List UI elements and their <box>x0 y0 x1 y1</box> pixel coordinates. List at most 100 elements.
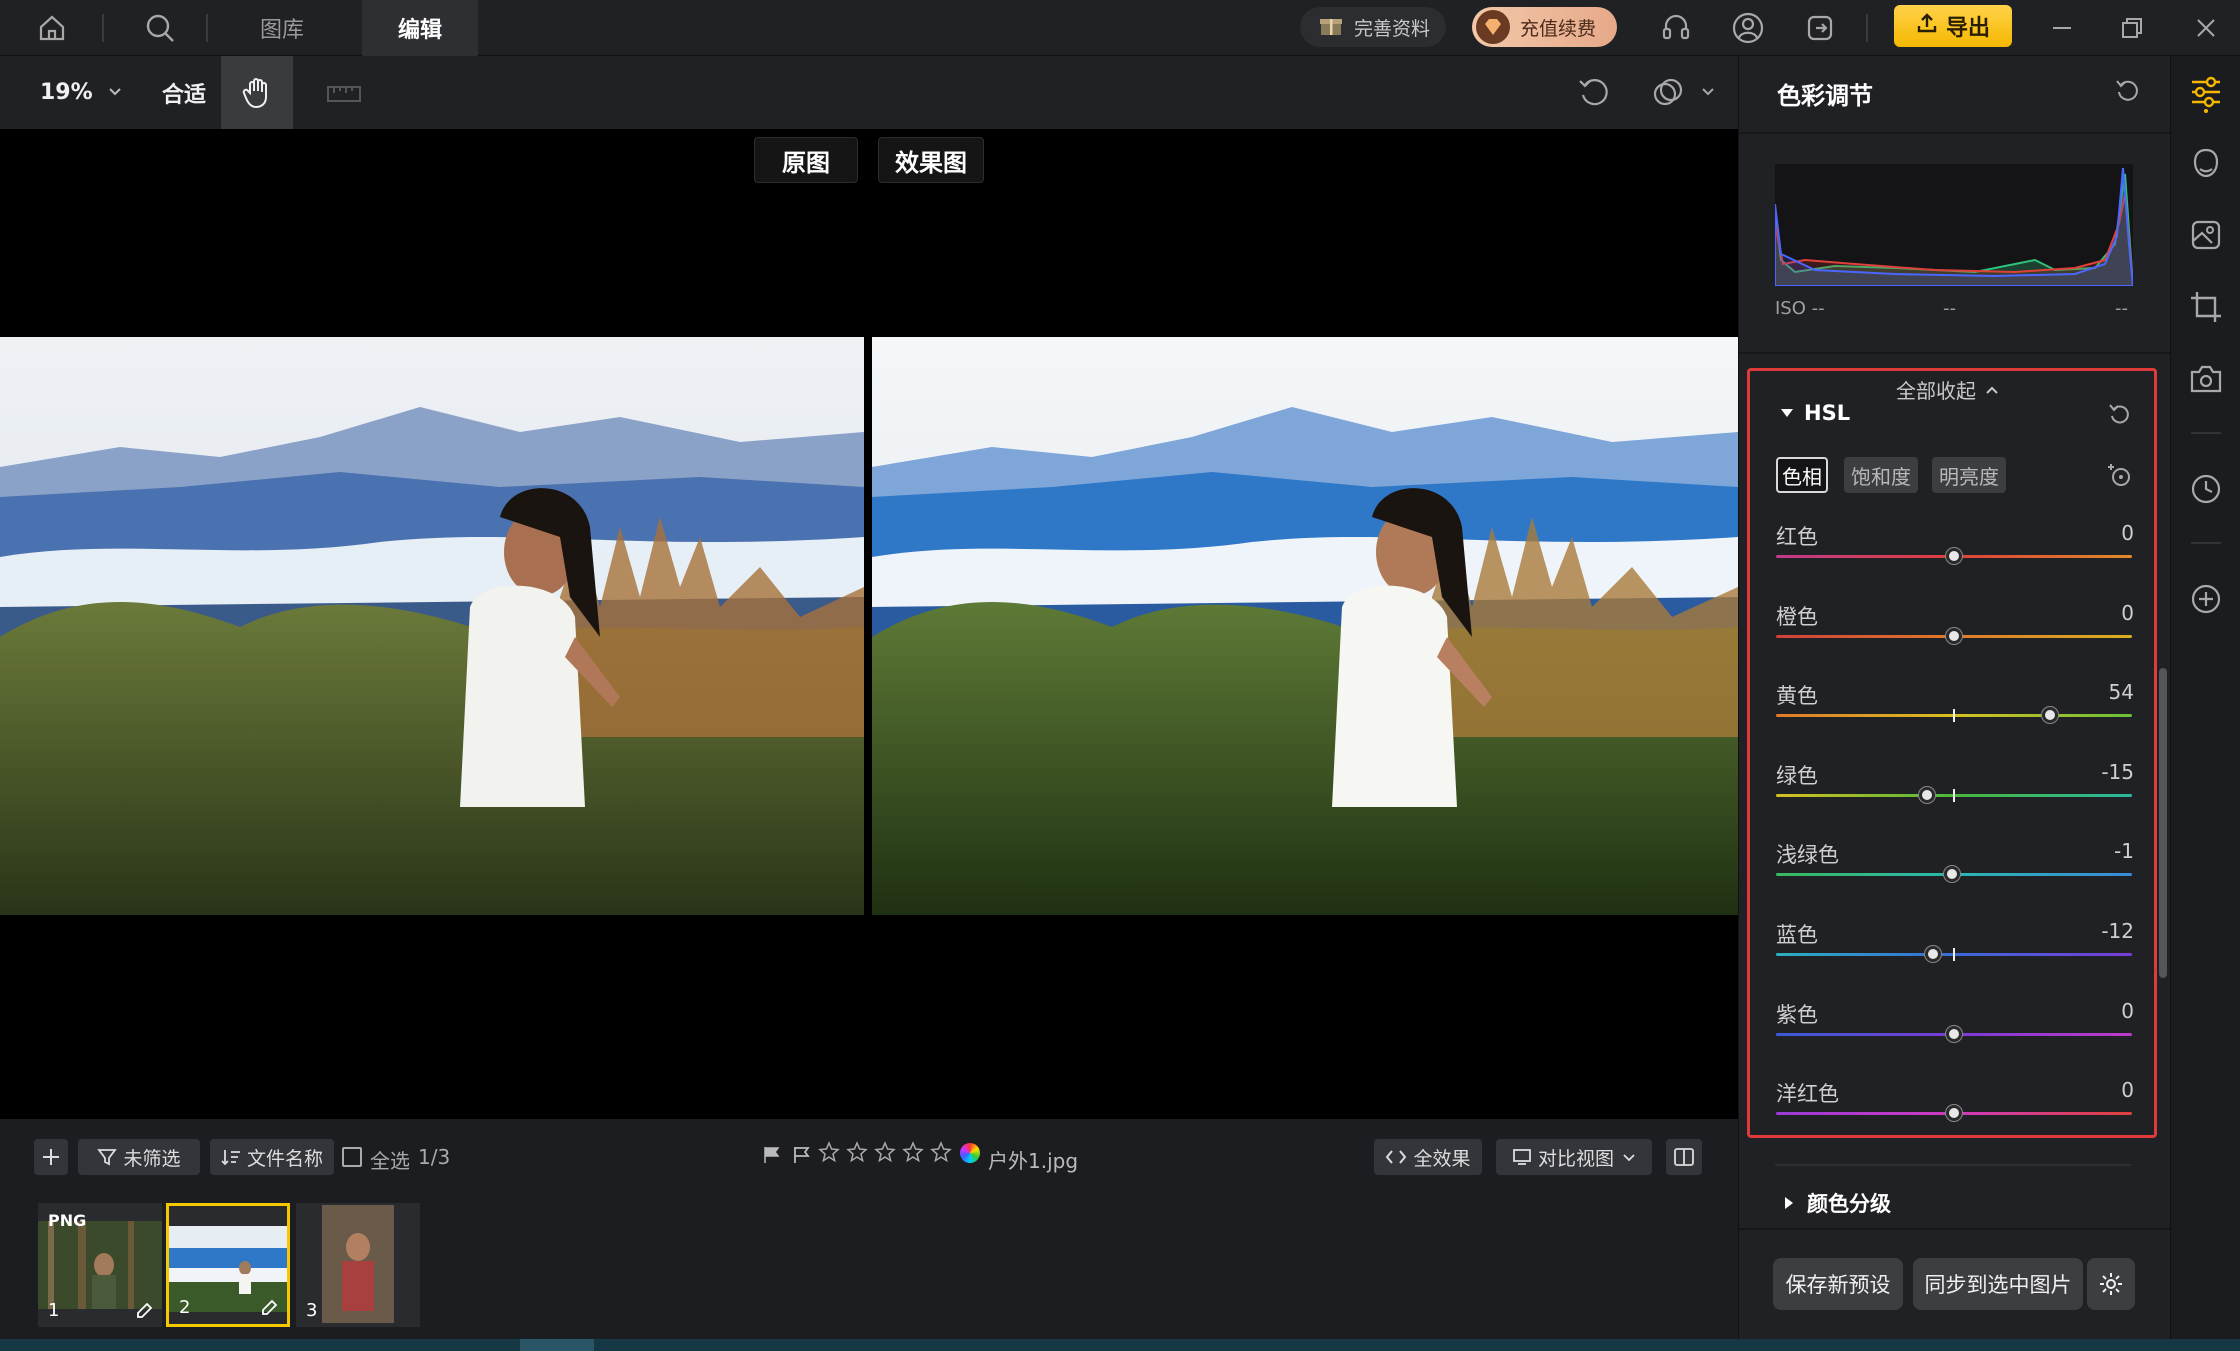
reject-flag-icon[interactable] <box>792 1145 812 1165</box>
star-icon[interactable] <box>846 1141 868 1163</box>
code-brackets-icon <box>1386 1150 1407 1164</box>
slider-value[interactable]: 0 <box>2121 1078 2134 1102</box>
compare-view-label: 对比视图 <box>1537 1147 1614 1170</box>
panel-scrollbar[interactable] <box>2159 668 2167 978</box>
slider-handle[interactable] <box>1944 866 1961 883</box>
restore-icon[interactable] <box>2112 8 2152 48</box>
select-all-checkbox[interactable] <box>342 1147 362 1167</box>
close-icon[interactable] <box>2186 8 2226 48</box>
sync-settings-button[interactable] <box>2087 1258 2135 1310</box>
top-bar: 图库 编辑 完善资料 充值续费 导出 <box>0 0 2240 56</box>
rotate-icon[interactable] <box>1576 56 1612 129</box>
slider-handle[interactable] <box>1946 548 1962 564</box>
fit-button[interactable]: 合适 <box>162 56 206 129</box>
diamond-icon <box>1476 10 1510 44</box>
slider-value[interactable]: -1 <box>2114 839 2134 863</box>
ruler-icon[interactable] <box>326 56 362 129</box>
user-icon[interactable] <box>1728 8 1768 48</box>
slider-center-mark <box>1953 709 1955 723</box>
slider-handle[interactable] <box>1924 946 1941 962</box>
collapse-all-label: 全部收起 <box>1896 379 1976 403</box>
slider-handle[interactable] <box>1946 1025 1962 1042</box>
slider-track[interactable] <box>1776 946 2132 962</box>
recharge-button[interactable]: 充值续费 <box>1472 7 1617 47</box>
hand-tool-button[interactable] <box>221 56 293 129</box>
slider-track[interactable] <box>1776 786 2132 803</box>
gift-icon <box>1318 12 1344 43</box>
star-icon[interactable] <box>874 1141 896 1163</box>
minimize-icon[interactable] <box>2042 8 2082 48</box>
home-icon[interactable] <box>32 8 72 48</box>
image-canvas[interactable]: 原图 效果图 <box>0 129 1738 1119</box>
add-button[interactable] <box>34 1139 68 1175</box>
export-button[interactable]: 导出 <box>1894 5 2012 47</box>
add-tool-icon[interactable] <box>2183 576 2229 622</box>
compare-view-dropdown[interactable]: 对比视图 <box>1496 1139 1652 1175</box>
slider-track[interactable] <box>1776 548 2132 564</box>
split-divider[interactable] <box>864 337 872 915</box>
complete-profile-button[interactable]: 完善资料 <box>1300 7 1446 47</box>
tab-luminance[interactable]: 明亮度 <box>1932 457 2006 493</box>
slider-value[interactable]: 0 <box>2121 521 2134 545</box>
collapse-all-button[interactable]: 全部收起 <box>1896 375 2000 404</box>
filter-icon <box>97 1149 118 1166</box>
histogram <box>1774 164 2135 287</box>
camera-icon[interactable] <box>2183 356 2229 402</box>
sort-button[interactable]: 文件名称 <box>210 1139 334 1175</box>
status-scroll-handle[interactable] <box>520 1339 594 1351</box>
slider-handle[interactable] <box>2042 707 2059 724</box>
search-icon[interactable] <box>140 8 180 48</box>
slider-value[interactable]: -12 <box>2101 919 2134 943</box>
caret-down-icon <box>1781 409 1793 417</box>
slider-value[interactable]: -15 <box>2101 760 2134 784</box>
hsl-section-header[interactable]: HSL <box>1780 401 1850 425</box>
slider-handle[interactable] <box>1919 786 1936 803</box>
tab-hue[interactable]: 色相 <box>1776 457 1828 493</box>
slider-handle[interactable] <box>1946 1105 1962 1122</box>
slider-track[interactable] <box>1776 707 2132 724</box>
color-grading-section-header[interactable]: 颜色分级 <box>1783 1188 1891 1218</box>
flag-icon[interactable] <box>762 1145 782 1165</box>
slider-value[interactable]: 0 <box>2121 999 2134 1023</box>
tab-library[interactable]: 图库 <box>232 0 332 56</box>
split-view-button[interactable] <box>1666 1139 1702 1175</box>
slider-track[interactable] <box>1776 1105 2132 1122</box>
save-preset-button[interactable]: 保存新预设 <box>1773 1258 1903 1310</box>
full-effect-button[interactable]: 全效果 <box>1374 1139 1482 1175</box>
slider-track[interactable] <box>1776 1025 2132 1042</box>
image-enhance-icon[interactable] <box>2183 212 2229 258</box>
star-rating[interactable] <box>818 1141 952 1163</box>
color-adjust-tool-icon[interactable] <box>2183 66 2229 122</box>
panel-reset-icon[interactable] <box>2113 76 2143 110</box>
edited-pencil-icon <box>262 1299 278 1315</box>
color-label-icon[interactable] <box>960 1143 980 1163</box>
crop-icon[interactable] <box>2183 284 2229 330</box>
view-toolbar: 19% 合适 <box>0 56 1738 129</box>
portrait-retouch-icon[interactable] <box>2183 140 2229 186</box>
hsl-reset-icon[interactable] <box>2106 401 2134 433</box>
slider-value[interactable]: 54 <box>2109 680 2134 704</box>
star-icon[interactable] <box>818 1141 840 1163</box>
thumbnail-1[interactable]: PNG 1 <box>38 1203 162 1327</box>
zoom-dropdown[interactable]: 19% <box>40 56 123 129</box>
tab-edit[interactable]: 编辑 <box>362 0 478 56</box>
star-icon[interactable] <box>902 1141 924 1163</box>
filter-button[interactable]: 未筛选 <box>78 1139 200 1175</box>
file-type-badge: PNG <box>48 1211 87 1230</box>
slider-track[interactable] <box>1776 627 2132 644</box>
headset-icon[interactable] <box>1656 8 1696 48</box>
slider-track[interactable] <box>1776 866 2132 883</box>
tab-saturation[interactable]: 饱和度 <box>1844 457 1918 493</box>
chevron-down-icon <box>107 80 123 105</box>
overlay-compare-icon[interactable] <box>1650 56 1716 129</box>
logout-icon[interactable] <box>1800 8 1840 48</box>
history-icon[interactable] <box>2183 466 2229 512</box>
complete-profile-label: 完善资料 <box>1354 17 1431 40</box>
slider-handle[interactable] <box>1946 627 1962 644</box>
sync-to-selected-button[interactable]: 同步到选中图片 <box>1913 1258 2083 1310</box>
slider-value[interactable]: 0 <box>2121 601 2134 625</box>
thumbnail-2[interactable]: 2 <box>166 1203 290 1327</box>
thumbnail-3[interactable]: 3 <box>296 1203 420 1327</box>
star-icon[interactable] <box>930 1141 952 1163</box>
target-adjust-icon[interactable] <box>2106 461 2134 493</box>
